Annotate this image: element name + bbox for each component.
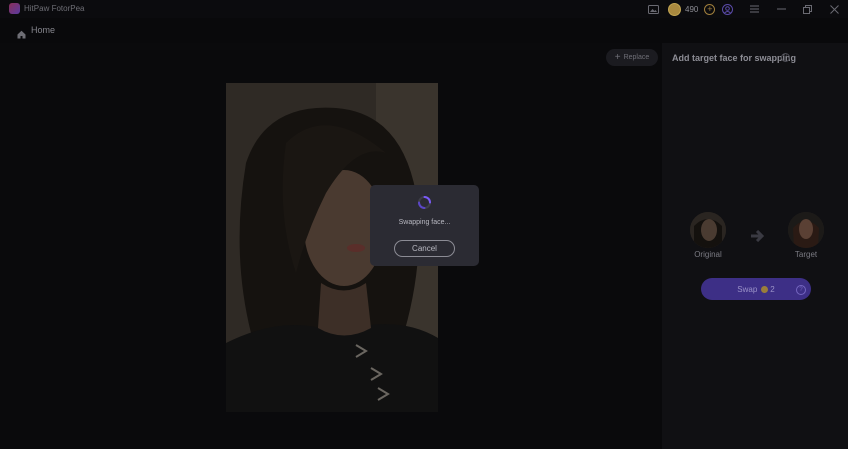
coin-icon [761, 285, 769, 293]
help-icon[interactable]: ? [796, 285, 806, 295]
swap-cost: 2 [770, 284, 775, 294]
menu-icon[interactable] [748, 2, 760, 16]
coin-balance: 490 + [668, 2, 716, 16]
replace-label: Replace [623, 54, 650, 61]
original-face-thumbnail[interactable] [690, 212, 726, 248]
arrow-right-icon [751, 229, 765, 247]
restore-icon[interactable] [801, 2, 813, 16]
plus-icon: + [614, 51, 621, 63]
app-logo-icon [9, 3, 20, 14]
info-icon[interactable]: ? [781, 53, 790, 62]
swap-button[interactable]: Swap 2 [701, 278, 811, 300]
app-title: HitPaw FotorPea [24, 4, 85, 13]
loading-spinner-icon [417, 195, 432, 215]
close-icon[interactable] [828, 2, 840, 16]
original-label: Original [694, 250, 722, 259]
panel-title: Add target face for swapping [672, 53, 797, 63]
progress-status-text: Swapping face... [398, 219, 451, 226]
coin-count: 490 [685, 4, 699, 14]
target-label: Target [794, 250, 818, 259]
replace-button[interactable]: + Replace [606, 49, 658, 66]
account-icon[interactable] [721, 2, 733, 16]
coin-icon [668, 2, 681, 16]
cancel-button[interactable]: Cancel [394, 240, 455, 257]
add-coins-icon[interactable]: + [704, 3, 716, 15]
image-folder-icon[interactable] [647, 2, 660, 16]
minimize-icon[interactable] [775, 2, 787, 16]
target-face-thumbnail[interactable] [788, 212, 824, 248]
swap-label: Swap [737, 284, 758, 294]
home-icon[interactable] [17, 26, 26, 44]
home-link[interactable]: Home [31, 25, 55, 35]
